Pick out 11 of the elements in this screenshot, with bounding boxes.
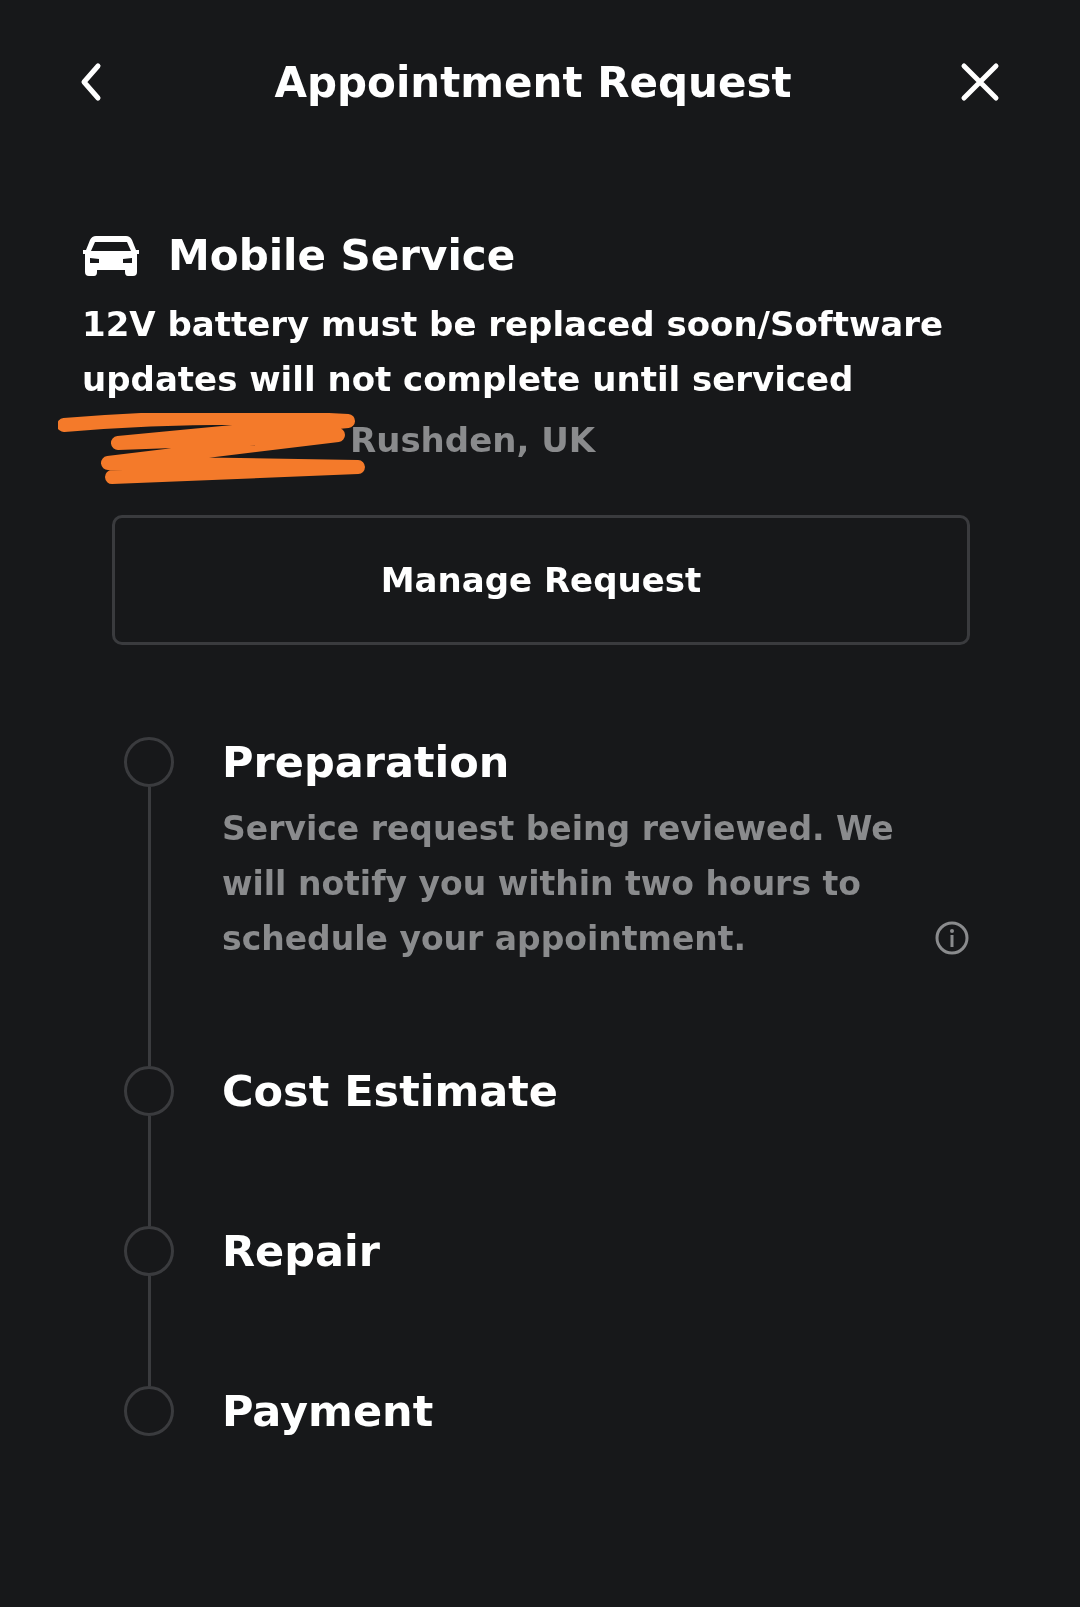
step-title: Repair	[222, 1226, 381, 1276]
service-description: 12V battery must be replaced soon/Software updates will not complete until serviced	[82, 303, 945, 401]
address-text: Rushden, UK	[350, 419, 596, 462]
info-icon[interactable]	[934, 920, 970, 956]
service-title: Mobile Service	[168, 230, 516, 282]
screen-title: Appointment Request	[274, 56, 792, 109]
step-title: Payment	[222, 1386, 434, 1436]
step-title: Cost Estimate	[222, 1066, 559, 1116]
manage-request-button[interactable]: Manage Request	[112, 515, 970, 645]
step-title: Preparation	[222, 737, 511, 787]
step-description: Service request being reviewed. We will notify you within two hours to schedule your appointment.	[222, 808, 895, 960]
